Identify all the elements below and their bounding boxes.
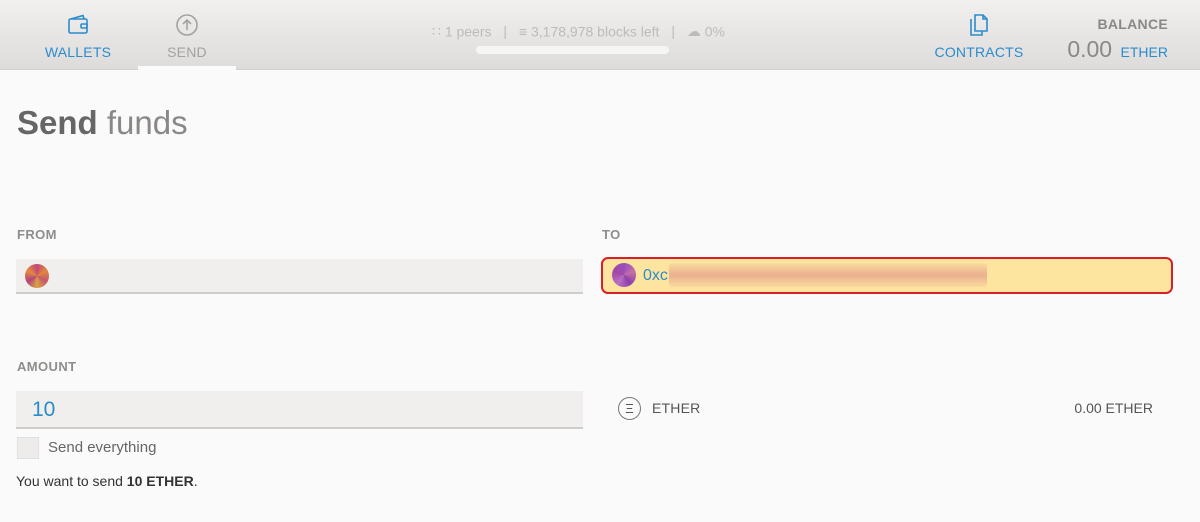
send-everything-checkbox[interactable] [17,437,39,459]
redacted-address [669,263,987,287]
amount-value: 10 [32,398,56,421]
from-account-identicon [25,264,49,288]
balance-title: BALANCE [1097,16,1168,32]
arrow-up-circle-icon [176,14,198,36]
peers-count: 1 peers [444,23,492,40]
send-everything-label[interactable]: Send everything [48,439,156,456]
nav-wallets[interactable]: WALLETS [38,0,118,70]
summary-prefix: You want to send [16,473,123,489]
nav-wallets-label: WALLETS [44,44,112,60]
cloud-download-icon: ☁ [686,22,701,39]
amount-label: AMOUNT [17,359,77,374]
summary-suffix: . [193,473,198,489]
sync-status: ∷ 1 peers | ≡ 3,178,978 blocks left | ☁ … [432,22,725,40]
to-address-identicon [612,263,636,287]
sync-percent: 0% [704,23,725,40]
page-title: Send funds [17,104,188,142]
active-tab-indicator [138,66,236,70]
nav-contracts-label: CONTRACTS [934,44,1024,60]
page-title-light: funds [106,104,188,141]
currency-balance: 0.00 ETHER [1074,400,1153,416]
page-title-strong: Send [17,104,98,141]
balance-amount: 0.00 [1067,36,1113,62]
nav-send-label: SEND [167,44,207,60]
to-label: TO [602,227,621,242]
peers-icon: ∷ [432,22,441,39]
ether-icon[interactable]: Ξ [618,397,641,420]
sync-progress-bar [476,46,669,54]
layers-icon: ≡ [518,23,528,40]
from-label: FROM [17,227,57,242]
to-address-value: 0xc [643,267,668,284]
wallet-icon [68,14,88,34]
to-address-input[interactable]: 0xc [601,257,1173,294]
balance-unit: ETHER [1120,44,1168,60]
status-separator: | [671,23,675,40]
send-summary: You want to send 10 ETHER. [16,473,198,489]
documents-icon [970,14,988,36]
nav-send[interactable]: SEND [138,0,236,70]
from-account-select[interactable] [16,259,583,294]
blocks-left: 3,178,978 blocks left [531,23,660,40]
currency-label[interactable]: ETHER [652,400,700,416]
balance-display: 0.00 ETHER [1067,36,1168,63]
amount-input[interactable]: 10 [16,391,583,429]
summary-amount: 10 ETHER [126,473,194,489]
top-header: WALLETS SEND ∷ 1 peers | ≡ 3,178,978 blo… [0,0,1200,70]
status-separator: | [503,23,508,40]
nav-contracts[interactable]: CONTRACTS [930,0,1028,70]
